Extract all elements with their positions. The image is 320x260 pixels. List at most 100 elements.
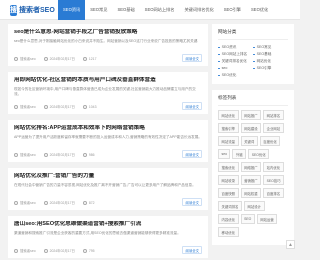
logo-mark: 搜: [10, 4, 17, 16]
author-name: 搜索者seo: [20, 201, 36, 205]
category-label: seo: [221, 66, 228, 70]
article-title[interactable]: 网站优化排名:APP运营成本和效率下的网络营销策略: [14, 125, 202, 132]
article-meta: 搜索者seo 2024年02月17日 872: [14, 200, 103, 205]
category-link[interactable]: SEO网站上排名: [218, 51, 253, 58]
category-label: 关键词排名优化: [221, 59, 247, 63]
tag-panel-title: 标签列表: [218, 95, 288, 106]
tag-link[interactable]: 网站收录: [218, 175, 239, 185]
tag-link[interactable]: 站内优化: [263, 162, 284, 172]
tag-link[interactable]: 网站优化: [218, 110, 239, 120]
bullet-icon: [253, 53, 255, 56]
nav-item[interactable]: 关键词排名优化: [179, 0, 218, 20]
view-count: 1217: [88, 56, 97, 61]
category-label: SEO引擎: [256, 66, 272, 70]
article-meta: 搜索者seo 2024年02月17日 986: [14, 152, 103, 157]
article-summary: 渠道营销和搜索推广引流是企业获客的重要方式,用SEO优化的思维去做渠道营销能够获…: [14, 231, 181, 235]
author-name: 搜索者seo: [20, 105, 36, 109]
tag-link[interactable]: 网站运营: [256, 214, 278, 224]
category-link[interactable]: SEO常见: [253, 44, 288, 51]
tag-link[interactable]: 百度排名: [263, 188, 284, 198]
category-grid: SEO资讯 SEO常见 SEO网站上排名 SEO基础关键词排名优化 网站优化 seo SEO…: [218, 44, 288, 79]
category-link[interactable]: SEO资讯: [218, 44, 253, 51]
tag-link[interactable]: seo: [218, 149, 231, 159]
tag-link[interactable]: 网站推广: [240, 110, 262, 120]
category-label: SEO优化: [221, 73, 237, 77]
tag-link[interactable]: 企业网站: [263, 123, 284, 133]
date-meta: 2024年02月17日: [43, 104, 75, 109]
tag-link[interactable]: 移动优化: [218, 227, 239, 237]
tag-link[interactable]: 百度优化: [259, 136, 281, 146]
tag-link[interactable]: SEO技巧: [263, 175, 285, 185]
article-card: 用即网站优化-社区营销的本质与用户口碑及垂直群体营造 现如今的社区营销环境中,用户…: [8, 72, 208, 114]
views-meta: 986: [82, 152, 95, 157]
publish-date: 2024年02月17日: [49, 153, 75, 157]
category-link[interactable]: 关键词排名优化: [218, 58, 253, 65]
view-count: 795: [88, 248, 95, 253]
article-meta: 搜索者seo 2024年02月17日 1217: [14, 56, 104, 61]
publish-date: 2024年02月17日: [49, 57, 75, 61]
tag-link[interactable]: SEO: [240, 214, 255, 224]
article-title[interactable]: 网站优化及推广:营销广告的力量: [14, 173, 202, 180]
tag-link[interactable]: 关键词排名: [218, 201, 242, 211]
tag-link[interactable]: 关键词: [240, 136, 258, 146]
tag-link[interactable]: 网站权重: [240, 188, 262, 198]
tag-link[interactable]: 百度快照: [218, 188, 239, 198]
category-link[interactable]: SEO基础: [253, 51, 288, 58]
user-icon: [14, 200, 18, 205]
read-more-link[interactable]: 阅读全文: [182, 150, 202, 158]
bullet-icon: [218, 46, 220, 49]
category-link[interactable]: 网站优化: [253, 58, 288, 65]
clock-icon: [43, 152, 48, 157]
back-to-top-button[interactable]: ▲: [286, 240, 295, 249]
category-link[interactable]: SEO优化: [218, 72, 253, 79]
tag-link[interactable]: 网站建设: [240, 123, 262, 133]
views-meta: 1043: [82, 104, 96, 109]
read-more-link[interactable]: 阅读全文: [182, 246, 202, 254]
eye-icon: [82, 200, 87, 205]
article-card: 网站优化及推广:营销广告的力量 在现代社会中营销广告的力量不容忽视,网站优化及推广…: [8, 168, 208, 210]
article-list: seo是什么意思-网站营销手段之广告营销投放策略 seo是什么意思,对于刚接触网站…: [8, 24, 208, 260]
date-meta: 2024年02月17日: [43, 152, 75, 157]
sidebar: 网站分类 SEO资讯 SEO常见 SEO网站上排名 SEO基础 关键词排名优化 网站优化 s…: [212, 24, 294, 251]
tag-link[interactable]: 外链: [232, 149, 247, 159]
tag-link[interactable]: 搜索优化: [218, 162, 239, 172]
nav-item[interactable]: SEO资讯: [58, 0, 86, 20]
nav-item[interactable]: SEO基础: [112, 0, 139, 20]
read-more-link[interactable]: 阅读全文: [182, 102, 202, 110]
nav-item[interactable]: SEO引擎: [219, 0, 246, 20]
views-meta: 795: [82, 248, 95, 253]
view-count: 872: [88, 200, 95, 205]
article-summary: seo是什么意思,对于刚接触网站优化的小白来说并不陌生。网站营销以及SEO这门行…: [14, 39, 199, 43]
tag-cloud: 网站优化 网站推广 网站排名搜索引擎 网站建设 企业网站网站流量 关键词 百度优化 seo 外链…: [218, 110, 288, 240]
tag-link[interactable]: 搜索引擎: [218, 123, 239, 133]
tag-link[interactable]: 网站流量: [218, 136, 239, 146]
bullet-icon: [218, 53, 220, 56]
article-title[interactable]: seo是什么意思-网站营销手段之广告营销投放策略: [14, 29, 202, 36]
tag-link[interactable]: 网站排名: [263, 110, 284, 120]
nav-item[interactable]: SEO优化: [246, 0, 273, 20]
tag-link[interactable]: 内容优化: [218, 214, 239, 224]
tag-link[interactable]: 营销推广: [240, 175, 262, 185]
bullet-icon: [218, 67, 220, 70]
eye-icon: [82, 104, 87, 109]
tag-link[interactable]: 网络推广: [240, 162, 262, 172]
logo-text: 搜索者SEO: [19, 7, 55, 14]
category-panel-title: 网站分类: [218, 29, 288, 40]
article-meta: 搜索者seo 2024年02月17日 795: [14, 248, 103, 253]
nav-item[interactable]: SEO网站上排名: [140, 0, 180, 20]
author-name: 搜索者seo: [20, 249, 36, 253]
article-title[interactable]: 唐山seo:用SEO优化思维做渠道营销+搜索推广引流: [14, 221, 202, 228]
tag-link[interactable]: 网站设计: [243, 201, 265, 211]
site-logo[interactable]: 搜 搜索者SEO: [10, 3, 55, 17]
author-meta: 搜索者seo: [14, 200, 36, 205]
category-link[interactable]: seo: [218, 65, 253, 72]
article-meta: 搜索者seo 2024年02月17日 1043: [14, 104, 104, 109]
bullet-icon: [253, 46, 255, 49]
article-title[interactable]: 用即网站优化-社区营销的本质与用户口碑及垂直群体营造: [14, 77, 202, 84]
category-link[interactable]: SEO引擎: [253, 65, 288, 72]
tag-link[interactable]: SEO优化: [248, 149, 270, 159]
read-more-link[interactable]: 阅读全文: [182, 54, 202, 62]
author-meta: 搜索者seo: [14, 56, 36, 61]
nav-item[interactable]: SEO常见: [85, 0, 112, 20]
read-more-link[interactable]: 阅读全文: [182, 198, 202, 206]
